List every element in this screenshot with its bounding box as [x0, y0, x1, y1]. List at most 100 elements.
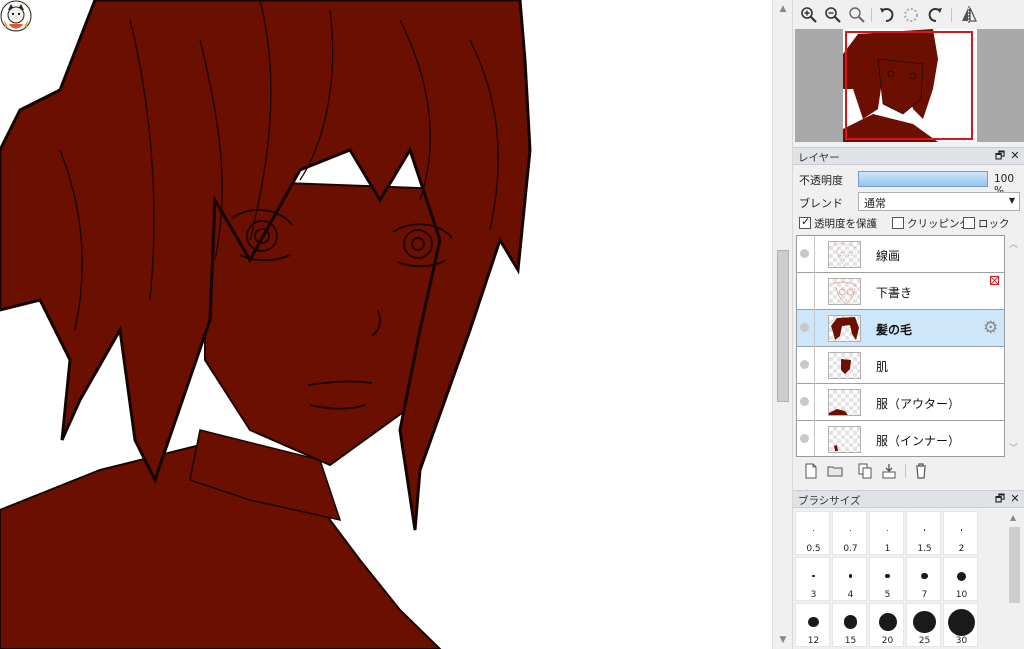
layer-panel-title: レイヤー	[798, 152, 840, 164]
drawing-canvas[interactable]	[0, 0, 772, 649]
brush-size-cell[interactable]: 1.5	[906, 511, 941, 555]
scroll-up-arrow[interactable]: ▲	[773, 2, 793, 16]
rotate-right-icon[interactable]	[925, 5, 945, 25]
brush-panel-scrollbar[interactable]: ▲	[1006, 511, 1023, 649]
brush-size-label: 0.7	[843, 544, 858, 554]
brush-panel-header: ブラシサイズ 🗗 ✕	[793, 490, 1024, 508]
brush-size-cell[interactable]: 4	[832, 557, 867, 601]
mascot-icon[interactable]	[0, 0, 32, 32]
checkbox-box[interactable]	[892, 217, 904, 229]
clipping-checkbox[interactable]: クリッピング	[892, 216, 970, 232]
layer-row-hair[interactable]: 髪の毛 ⚙	[797, 310, 1004, 347]
brush-size-cell[interactable]: 7	[906, 557, 941, 601]
scrollbar-thumb[interactable]	[777, 250, 789, 402]
brush-size-preview-dot	[923, 529, 926, 531]
lock-label: ロック	[978, 218, 1010, 230]
merge-down-icon[interactable]	[880, 462, 898, 480]
protect-alpha-checkbox[interactable]: 透明度を保護	[799, 215, 877, 232]
zoom-in-icon[interactable]	[799, 5, 819, 25]
layer-name: 肌	[876, 360, 889, 374]
duplicate-layer-icon[interactable]	[856, 462, 874, 480]
checkbox-box[interactable]	[963, 217, 975, 229]
brush-size-cell[interactable]: 20	[869, 603, 904, 647]
opacity-label: 不透明度	[799, 174, 843, 187]
artwork	[0, 0, 532, 649]
brush-size-label: 5	[884, 590, 891, 600]
brush-size-cell[interactable]: 2	[943, 511, 978, 555]
layer-name: 服（アウター）	[876, 397, 961, 411]
layer-row-skin[interactable]: 肌	[797, 347, 1004, 384]
layer-row-lineart[interactable]: 線画	[797, 236, 1004, 273]
brush-size-cell[interactable]: 1	[869, 511, 904, 555]
brush-size-cell[interactable]: 5	[869, 557, 904, 601]
brush-size-preview-dot	[948, 608, 975, 636]
rotate-reset-icon[interactable]	[901, 5, 921, 25]
rotate-left-icon[interactable]	[877, 5, 897, 25]
close-icon[interactable]: ✕	[1008, 149, 1022, 163]
toolbar-separator	[905, 464, 906, 478]
brush-size-label: 4	[847, 590, 854, 600]
new-folder-icon[interactable]	[826, 462, 844, 480]
visibility-toggle[interactable]	[800, 397, 809, 406]
layer-thumbnail	[828, 352, 861, 379]
brush-size-label: 12	[807, 636, 820, 646]
undock-icon[interactable]: 🗗	[993, 149, 1007, 163]
brush-size-grid: 0.5 0.7 1 1.5 2 3 4 5 7 10 12 15 20 25 30	[795, 511, 979, 649]
brush-size-cell[interactable]: 25	[906, 603, 941, 647]
brush-size-label: 2	[958, 544, 965, 554]
navigator-view-frame[interactable]	[845, 31, 973, 140]
brush-size-label: 3	[810, 590, 817, 600]
zoom-reset-icon[interactable]	[847, 5, 867, 25]
layer-thumbnail	[828, 315, 861, 342]
zoom-out-icon[interactable]	[823, 5, 843, 25]
brush-size-preview-dot	[808, 616, 819, 628]
chevron-down-icon: ▼	[1008, 196, 1015, 205]
checkbox-box[interactable]	[799, 215, 811, 229]
brush-size-cell[interactable]: 12	[795, 603, 830, 647]
layer-thumbnail	[828, 241, 861, 268]
brush-size-preview-dot	[887, 529, 888, 531]
lock-checkbox[interactable]: ロック	[963, 216, 1010, 232]
brush-size-cell[interactable]: 30	[943, 603, 978, 647]
blend-mode-select[interactable]: 通常 ▼	[858, 192, 1020, 211]
brush-size-label: 7	[921, 590, 928, 600]
brush-size-preview-dot	[957, 571, 966, 581]
scroll-up-arrow[interactable]: ▲	[1010, 513, 1016, 522]
visibility-toggle[interactable]	[800, 323, 809, 332]
brush-size-preview-dot	[843, 615, 858, 629]
scroll-down-arrow[interactable]: ▼	[773, 633, 793, 647]
navigator-preview[interactable]	[795, 29, 1024, 142]
flip-horizontal-icon[interactable]	[959, 5, 979, 25]
brush-size-cell[interactable]: 3	[795, 557, 830, 601]
brush-size-cell[interactable]: 0.5	[795, 511, 830, 555]
layer-name: 服（インナー）	[876, 434, 961, 448]
layer-row-inner-clothes[interactable]: 服（インナー）	[797, 421, 1004, 456]
visibility-toggle[interactable]	[800, 360, 809, 369]
brush-size-label: 1	[884, 544, 891, 554]
opacity-slider[interactable]	[858, 171, 988, 187]
layer-list-scrollbar[interactable]: ︿ ﹀	[1006, 235, 1022, 457]
scrollbar-thumb[interactable]	[1009, 527, 1020, 603]
brush-size-label: 20	[881, 636, 894, 646]
new-layer-icon[interactable]	[802, 462, 820, 480]
gear-icon[interactable]: ⚙	[983, 319, 1001, 337]
brush-size-cell[interactable]: 15	[832, 603, 867, 647]
canvas-vertical-scrollbar[interactable]: ▲ ▼	[772, 0, 792, 649]
layer-row-outer-clothes[interactable]: 服（アウター）	[797, 384, 1004, 421]
toolbar-separator	[871, 8, 872, 22]
scroll-up-arrow[interactable]: ︿	[1009, 237, 1018, 250]
brush-size-cell[interactable]: 0.7	[832, 511, 867, 555]
brush-size-label: 1.5	[917, 544, 932, 554]
visibility-toggle[interactable]	[800, 249, 809, 258]
visibility-toggle[interactable]	[800, 434, 809, 443]
brush-size-preview-dot	[850, 529, 851, 531]
brush-size-preview-dot	[878, 613, 897, 631]
delete-layer-icon[interactable]	[912, 462, 930, 480]
undock-icon[interactable]: 🗗	[993, 492, 1007, 506]
brush-size-label: 15	[844, 636, 857, 646]
close-icon[interactable]: ✕	[1008, 492, 1022, 506]
brush-size-label: 25	[918, 636, 931, 646]
brush-size-cell[interactable]: 10	[943, 557, 978, 601]
scroll-down-arrow[interactable]: ﹀	[1009, 441, 1018, 454]
layer-row-sketch[interactable]: 下書き	[797, 273, 1004, 310]
